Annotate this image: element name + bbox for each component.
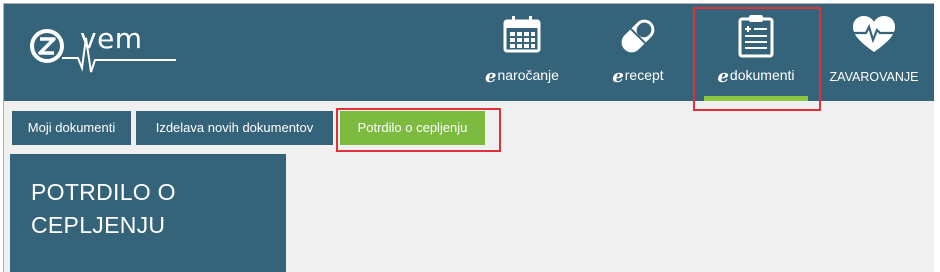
nav-label-narocanje: enaročanje <box>474 66 570 87</box>
pill-icon <box>614 14 662 63</box>
nav-highlight-box <box>693 7 821 111</box>
nav-label-recept: erecept <box>594 66 682 87</box>
calendar-icon <box>502 14 542 59</box>
panel-title: POTRDILO O CEPLJENJU <box>31 179 176 238</box>
nav-item-e-narocanje[interactable]: enaročanje <box>474 4 570 101</box>
zvem-logo[interactable]: vem <box>28 22 178 84</box>
heart-pulse-icon <box>850 14 898 59</box>
e-prefix-icon: e <box>485 66 497 87</box>
side-panel: POTRDILO O CEPLJENJU <box>10 154 286 272</box>
nav-item-zavarovanje[interactable]: ZAVAROVANJE <box>826 4 922 101</box>
tab-highlight-box <box>336 108 501 152</box>
nav-text-narocanje: naročanje <box>497 67 559 83</box>
tab-izdelava-novih-dokumentov[interactable]: Izdelava novih dokumentov <box>136 111 333 145</box>
page-frame: vem enaročanje erecept edokumenti ZAVARO… <box>3 3 934 272</box>
tab-moji-dokumenti[interactable]: Moji dokumenti <box>12 111 131 145</box>
e-prefix-icon: e <box>612 66 624 87</box>
nav-item-e-recept[interactable]: erecept <box>594 4 682 101</box>
nav-label-zavarovanje: ZAVAROVANJE <box>829 70 919 84</box>
nav-text-recept: recept <box>624 67 664 83</box>
logo-text: vem <box>80 22 143 55</box>
